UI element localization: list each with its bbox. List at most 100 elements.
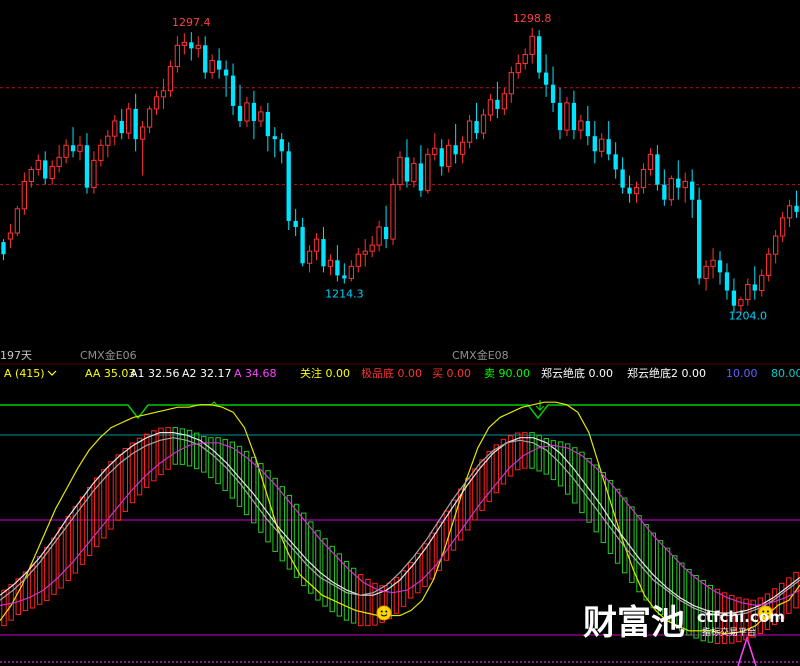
indicator-value-6: 极品底 0.00: [361, 366, 422, 380]
candle-body: [258, 111, 264, 122]
smiley-icon: [376, 605, 392, 621]
candle-body: [759, 274, 765, 292]
indicator-value-0: A (415): [4, 367, 45, 380]
indicator-value-9: 郑云绝底 0.00: [541, 366, 613, 380]
day-count-label: 197天: [0, 349, 32, 362]
indicator-value-4: A 34.68: [234, 367, 277, 380]
candle-body: [397, 156, 403, 186]
candle-body: [84, 145, 90, 188]
candle-body: [153, 96, 160, 110]
candle-body: [293, 220, 298, 227]
candle-body: [766, 253, 772, 276]
candle-body: [313, 238, 320, 252]
candle-body: [7, 232, 14, 240]
candle-body: [662, 184, 667, 200]
candle-body: [139, 126, 146, 140]
candle: [536, 30, 542, 79]
candle-body: [752, 284, 757, 291]
candle-body: [160, 90, 167, 98]
candle-body: [174, 44, 181, 68]
candle-body: [14, 208, 21, 234]
candle-body: [676, 178, 681, 188]
candle-body: [745, 283, 751, 301]
indicator-value-7: 买 0.00: [432, 367, 471, 380]
indicator-value-1: AA 35.03: [85, 367, 135, 380]
candle-body: [717, 260, 723, 273]
candle-body: [237, 105, 243, 122]
candle-body: [446, 144, 452, 167]
candle: [286, 142, 291, 230]
candle-body: [112, 120, 118, 137]
smiley-face: [376, 605, 392, 621]
candle-body: [474, 121, 479, 134]
candle-body: [230, 75, 236, 106]
candle-body: [536, 36, 542, 73]
low-price-label: 1214.3: [325, 288, 364, 301]
candle-body: [28, 168, 34, 183]
candle-body: [105, 135, 111, 146]
brand-watermark: 财富池 ctfchi.com 指标交易平台: [583, 603, 785, 643]
indicator-value-3: A2 32.17: [182, 367, 232, 380]
brand-domain: ctfchi.com: [697, 608, 785, 626]
candle-body: [557, 102, 563, 131]
indicator-value-10: 郑云绝底2 0.00: [627, 366, 706, 380]
candle: [390, 178, 396, 246]
candle-body: [272, 136, 277, 140]
indicator-value-bar[interactable]: A (415) AA 35.03A1 32.56 A2 32.17 A 34.68 关注…: [0, 363, 800, 380]
candle-body: [335, 260, 340, 276]
indicator-value-5: 关注 0.00: [300, 366, 350, 380]
candle-body: [126, 108, 132, 134]
candle-body: [411, 162, 417, 183]
candle-body: [571, 102, 577, 131]
candle-body: [640, 168, 647, 189]
candle-body: [300, 226, 305, 264]
candle-body: [522, 53, 528, 65]
candle-body: [56, 156, 62, 167]
contract-label-e06: CMX金E06: [80, 348, 137, 362]
candle-body: [383, 226, 389, 240]
candle-body: [772, 235, 779, 255]
candle-body: [77, 144, 83, 152]
candle-body: [585, 121, 590, 137]
indicator-value-11: 10.00: [726, 367, 758, 380]
candle-body: [355, 253, 361, 267]
candle-body: [515, 63, 521, 74]
candle-body: [779, 217, 786, 237]
candle-body: [495, 99, 500, 109]
candle-body: [376, 226, 382, 246]
candle-body: [321, 239, 326, 267]
candle-body: [43, 160, 48, 179]
candle-body: [49, 165, 55, 180]
candle-body: [592, 136, 597, 152]
candle-body: [251, 102, 257, 122]
candle-body: [696, 199, 702, 279]
candle-body: [404, 157, 410, 182]
candle-body: [70, 145, 76, 152]
candle-body: [480, 114, 487, 134]
candle-body: [620, 169, 625, 188]
candle-body: [466, 120, 473, 143]
candle: [14, 205, 21, 237]
candle-body: [794, 205, 799, 212]
candle-body: [189, 42, 194, 49]
candle-body: [369, 244, 375, 252]
candle: [696, 187, 702, 285]
candle-body: [181, 41, 188, 46]
candle-body: [668, 178, 674, 201]
candle-body: [195, 44, 201, 49]
candle-body: [418, 163, 424, 191]
candle-body: [167, 66, 174, 92]
candle-body: [647, 153, 654, 170]
candle-body: [459, 141, 466, 155]
candle-body: [306, 250, 313, 264]
candle-body: [738, 299, 744, 307]
candle-body: [508, 72, 514, 95]
candle-body: [710, 259, 716, 267]
candle-body: [63, 144, 69, 158]
candle-body: [487, 99, 494, 116]
indicator-value-12: 80.00: [771, 367, 800, 380]
candle-body: [633, 187, 640, 195]
candle-body: [425, 153, 431, 192]
candle-body: [564, 102, 570, 131]
candle-body: [91, 159, 97, 189]
